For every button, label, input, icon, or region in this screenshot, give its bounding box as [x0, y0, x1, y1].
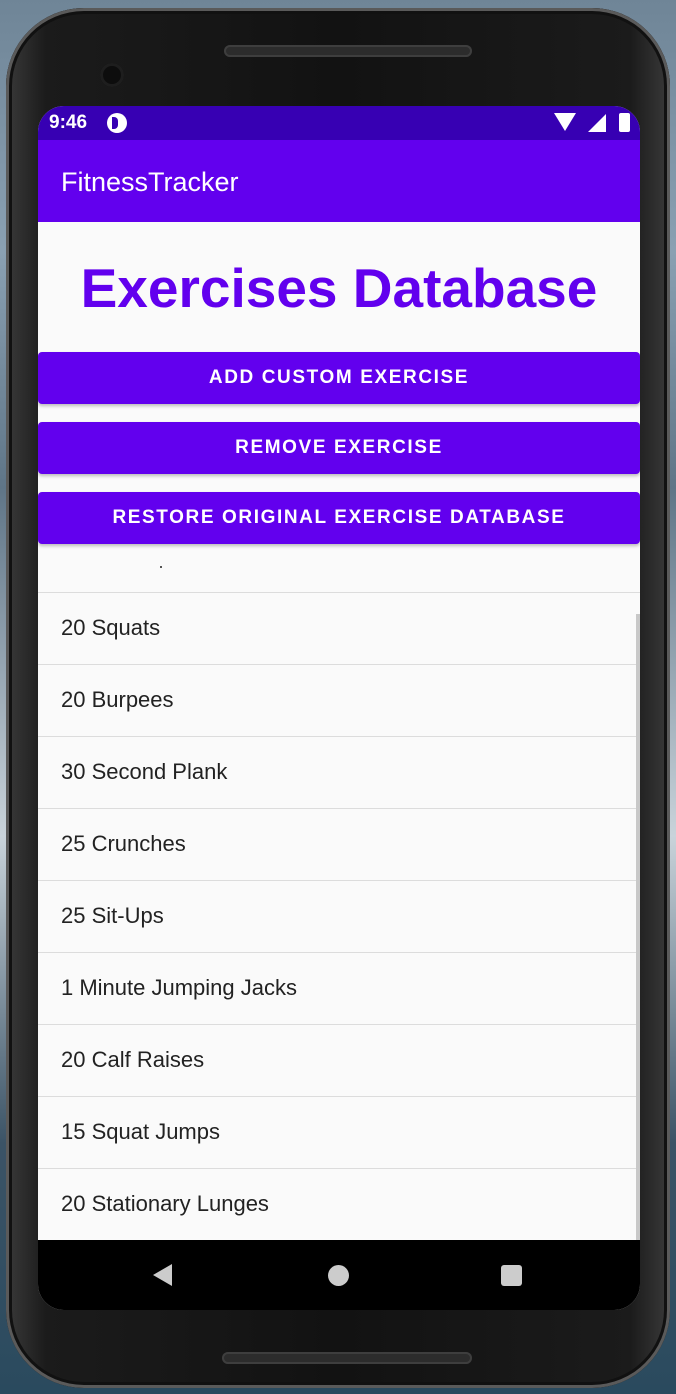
list-item[interactable]: 20 Calf Raises [38, 1025, 640, 1097]
signal-icon [588, 114, 606, 132]
list-item[interactable]: 20 Burpees [38, 665, 640, 737]
bottom-speaker [222, 1352, 472, 1364]
list-item[interactable]: 1 Minute Jumping Jacks [38, 953, 640, 1025]
wifi-icon [554, 113, 576, 131]
front-camera [100, 63, 124, 87]
list-item[interactable]: 30 Second Plank [38, 737, 640, 809]
app-bar: FitnessTracker [38, 140, 640, 222]
app-title: FitnessTracker [61, 167, 239, 197]
exercise-list[interactable]: 20 Squats 20 Burpees 30 Second Plank 25 … [38, 556, 640, 1240]
list-item-label: 20 Stationary Lunges [61, 1191, 269, 1216]
app-notification-icon [107, 113, 127, 133]
list-item-label: 20 Calf Raises [61, 1047, 205, 1072]
home-icon[interactable] [328, 1265, 349, 1286]
list-scrollbar[interactable] [636, 614, 640, 1240]
list-item[interactable]: 20 Squats [38, 593, 640, 665]
remove-exercise-button[interactable]: REMOVE EXERCISE [38, 422, 640, 474]
list-item[interactable]: 25 Crunches [38, 809, 640, 881]
add-custom-exercise-button[interactable]: ADD CUSTOM EXERCISE [38, 352, 640, 404]
list-item-label: 30 Second Plank [61, 759, 228, 784]
list-item-label: 15 Squat Jumps [61, 1119, 220, 1144]
navigation-bar [38, 1240, 640, 1310]
top-speaker [224, 45, 472, 57]
list-item[interactable]: 20 Stationary Lunges [38, 1169, 640, 1240]
battery-icon [619, 113, 630, 132]
list-item-label: 1 Minute Jumping Jacks [61, 975, 297, 1000]
list-item[interactable]: 25 Sit-Ups [38, 881, 640, 953]
restore-database-button[interactable]: RESTORE ORIGINAL EXERCISE DATABASE [38, 492, 640, 544]
list-item-label: 25 Sit-Ups [61, 903, 164, 928]
list-item-label: 25 Crunches [61, 831, 186, 856]
partial-item-text [160, 566, 162, 568]
status-time: 9:46 [49, 112, 88, 133]
recents-icon[interactable] [501, 1265, 522, 1286]
back-icon[interactable] [153, 1264, 172, 1286]
list-item-label: 20 Burpees [61, 687, 174, 712]
device-screen: 9:46 FitnessTracker Exercises Database A… [38, 106, 640, 1310]
list-item[interactable] [38, 556, 640, 593]
list-item-label: 20 Squats [61, 615, 161, 640]
list-item[interactable]: 15 Squat Jumps [38, 1097, 640, 1169]
page-heading: Exercises Database [80, 257, 598, 319]
status-bar: 9:46 [38, 106, 640, 140]
